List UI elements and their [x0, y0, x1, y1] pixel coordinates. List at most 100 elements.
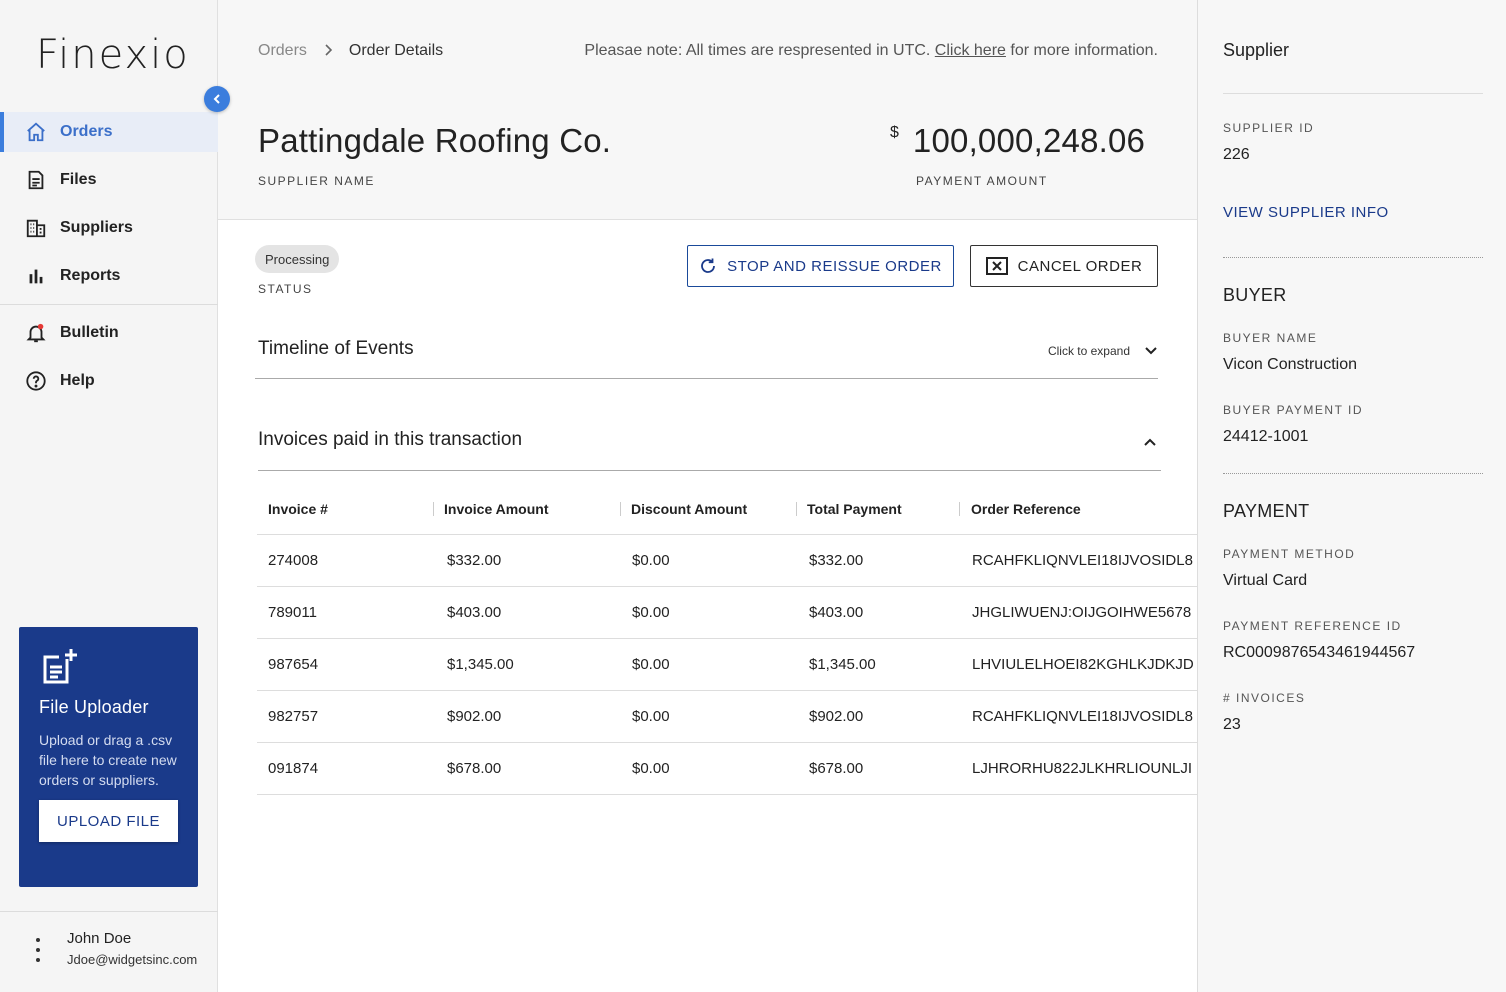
payment-reference-value: RC0009876543461944567	[1223, 644, 1416, 661]
main-content: Orders Order Details Pleasae note: All t…	[218, 0, 1198, 992]
status-badge: Processing	[255, 245, 340, 273]
utc-note: Pleasae note: All times are respresented…	[584, 42, 1158, 60]
payment-amount-value: 100,000,248.06	[912, 122, 1146, 159]
sidebar-item-orders[interactable]: Orders	[0, 112, 218, 152]
note-add-icon	[39, 647, 79, 687]
sidebar-item-label: Suppliers	[60, 219, 133, 236]
table-row[interactable]: 274008 $332.00 $0.00 $332.00 RCAHFKLIQNV…	[257, 535, 1198, 587]
file-icon	[24, 168, 48, 192]
column-header-total-payment[interactable]: Total Payment	[796, 501, 959, 517]
sidebar-item-files[interactable]: Files	[0, 160, 218, 200]
table-row[interactable]: 091874 $678.00 $0.00 $678.00 LJHRORHU822…	[257, 743, 1198, 795]
nav-divider	[0, 304, 218, 305]
column-header-invoice-amount[interactable]: Invoice Amount	[433, 501, 620, 517]
table-row[interactable]: 982757 $902.00 $0.00 $902.00 RCAHFKLIQNV…	[257, 691, 1198, 743]
panel-divider	[1223, 473, 1483, 474]
cell-invoice-amount: $678.00	[447, 760, 502, 777]
column-header-discount-amount[interactable]: Discount Amount	[620, 501, 796, 517]
cell-order-reference: LHVIULELHOEI82KGHLKJDKJD	[972, 656, 1194, 673]
invoices-table: Invoice # Invoice Amount Discount Amount…	[257, 483, 1198, 795]
more-options-icon[interactable]	[30, 938, 46, 962]
note-suffix: for more information.	[1005, 42, 1158, 59]
bar-chart-icon	[24, 264, 48, 288]
cell-invoice-amount: $902.00	[447, 708, 502, 725]
supplier-id-label: SUPPLIER ID	[1223, 121, 1315, 135]
file-uploader-card[interactable]: File Uploader Upload or drag a .csv file…	[19, 627, 198, 887]
cell-invoice: 274008	[268, 552, 319, 569]
expand-label: Click to expand	[1047, 344, 1130, 358]
cell-order-reference: RCAHFKLIQNVLEI18IJVOSIDL8	[972, 552, 1193, 569]
payment-amount-label: PAYMENT AMOUNT	[916, 174, 1048, 188]
buyer-name-value: Vicon Construction	[1223, 356, 1357, 373]
sidebar-item-label: Reports	[60, 267, 121, 284]
cell-invoice: 091874	[268, 760, 319, 777]
cell-total-payment: $678.00	[809, 760, 864, 777]
payment-heading: PAYMENT	[1223, 501, 1310, 521]
cancel-order-button[interactable]: CANCEL ORDER	[970, 245, 1158, 287]
order-details-panel: Supplier SUPPLIER ID 226 VIEW SUPPLIER I…	[1197, 0, 1506, 992]
building-icon	[24, 216, 48, 240]
invoices-title: Invoices paid in this transaction	[258, 429, 523, 450]
chevron-left-icon	[211, 93, 223, 105]
buyer-name-label: BUYER NAME	[1223, 331, 1318, 345]
cell-invoice-amount: $332.00	[447, 552, 502, 569]
sidebar-item-label: Files	[60, 171, 97, 188]
cell-invoice: 789011	[268, 604, 317, 621]
invoices-section-header[interactable]: Invoices paid in this transaction	[258, 411, 1161, 471]
chevron-up-icon[interactable]	[1143, 437, 1157, 447]
timeline-section[interactable]: Timeline of Events Click to expand	[255, 320, 1158, 379]
uploader-title: File Uploader	[39, 697, 149, 717]
sidebar-item-reports[interactable]: Reports	[0, 256, 218, 296]
timeline-title: Timeline of Events	[258, 338, 414, 359]
breadcrumb-orders[interactable]: Orders	[258, 42, 307, 60]
supplier-name-label: SUPPLIER NAME	[258, 174, 375, 188]
payment-method-value: Virtual Card	[1223, 572, 1308, 589]
column-header-order-reference[interactable]: Order Reference	[959, 501, 1198, 517]
cell-order-reference: JHGLIWUENJ:OIJGOIHWE5678	[972, 604, 1192, 621]
sidebar-nav: Orders Files Suppliers Reports Bulletin	[0, 112, 218, 409]
help-icon	[24, 369, 48, 393]
sidebar-item-label: Bulletin	[60, 324, 119, 341]
column-header-invoice[interactable]: Invoice #	[257, 501, 433, 517]
panel-divider	[1223, 93, 1483, 94]
buyer-payment-id-value: 24412-1001	[1223, 428, 1309, 445]
cell-invoice-amount: $1,345.00	[447, 656, 514, 673]
more-info-link[interactable]: Click here	[935, 42, 1006, 59]
sidebar-item-help[interactable]: Help	[0, 361, 218, 401]
cell-invoice: 982757	[268, 708, 319, 725]
cancel-box-icon	[985, 257, 1008, 275]
sidebar-item-bulletin[interactable]: Bulletin	[0, 313, 218, 353]
note-prefix: Pleasae note: All times are respresented…	[584, 42, 935, 59]
upload-file-button[interactable]: UPLOAD FILE	[39, 800, 178, 842]
stop-reissue-order-button[interactable]: STOP AND REISSUE ORDER	[687, 245, 954, 287]
sidebar-item-suppliers[interactable]: Suppliers	[0, 208, 218, 248]
cell-invoice: 987654	[268, 656, 319, 673]
bell-icon	[24, 321, 48, 345]
supplier-heading: Supplier	[1223, 40, 1290, 60]
table-row[interactable]: 987654 $1,345.00 $0.00 $1,345.00 LHVIULE…	[257, 639, 1198, 691]
user-email: Jdoe@widgetsinc.com	[67, 952, 198, 967]
sidebar: Finexio Orders Files Suppliers Reports B…	[0, 0, 218, 992]
supplier-name: Pattingdale Roofing Co.	[258, 122, 612, 159]
payment-reference-label: PAYMENT REFERENCE ID	[1223, 619, 1402, 633]
buyer-payment-id-label: BUYER PAYMENT ID	[1223, 403, 1364, 417]
chevron-down-icon	[1144, 346, 1158, 356]
view-supplier-info-link[interactable]: VIEW SUPPLIER INFO	[1223, 204, 1389, 221]
invoice-count-value: 23	[1223, 716, 1241, 733]
breadcrumb: Orders Order Details	[258, 42, 443, 60]
sidebar-item-label: Orders	[60, 123, 113, 140]
currency-symbol: $	[890, 124, 899, 141]
invoice-count-label: # INVOICES	[1223, 691, 1306, 705]
app-logo[interactable]: Finexio	[36, 32, 190, 78]
cell-discount-amount: $0.00	[632, 708, 670, 725]
stop-reissue-label: STOP AND REISSUE ORDER	[727, 257, 942, 275]
supplier-id-value: 226	[1223, 146, 1250, 163]
buyer-heading: BUYER	[1223, 285, 1287, 305]
table-row[interactable]: 789011 $403.00 $0.00 $403.00 JHGLIWUENJ:…	[257, 587, 1198, 639]
payment-amount: $ 100,000,248.06	[890, 122, 1145, 160]
timeline-expand-toggle[interactable]: Click to expand	[1048, 344, 1158, 358]
cell-discount-amount: $0.00	[632, 760, 670, 777]
collapse-sidebar-button[interactable]	[204, 86, 230, 112]
cell-total-payment: $902.00	[809, 708, 864, 725]
cell-total-payment: $403.00	[809, 604, 864, 621]
